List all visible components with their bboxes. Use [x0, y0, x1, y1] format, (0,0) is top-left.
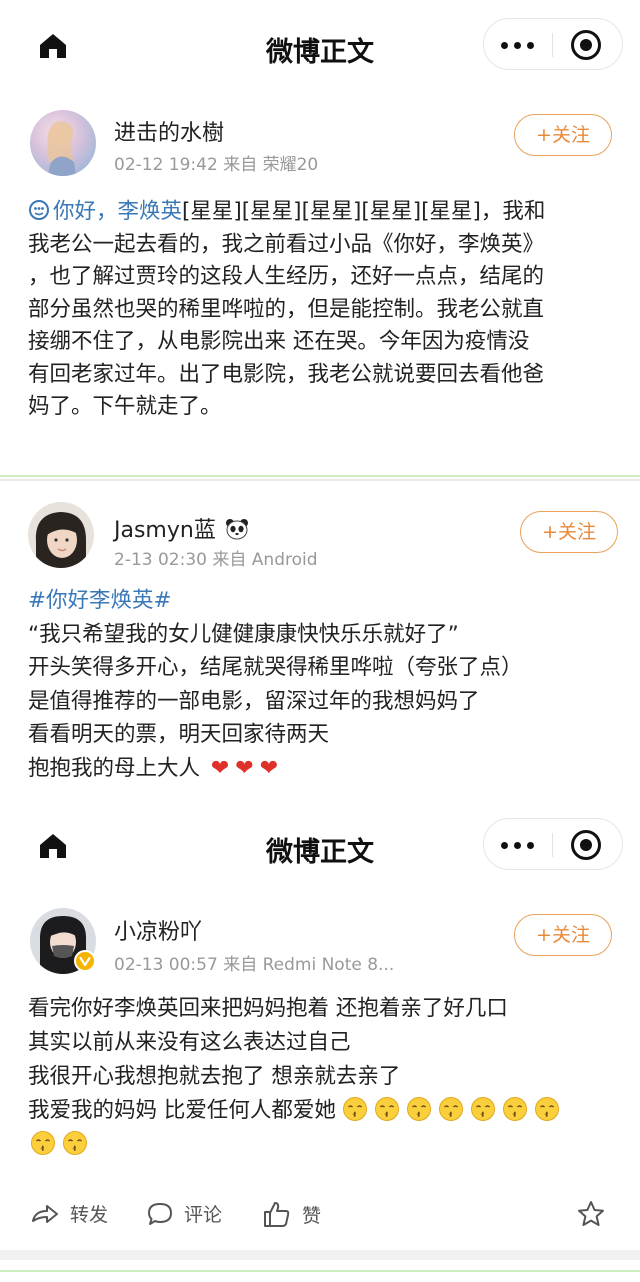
bottom-divider [0, 1250, 640, 1260]
post-text-segment: [星星][星星][星星][星星][星星]，我和 [182, 199, 546, 224]
post-line: 看看明天的票，明天回家待两天 [28, 722, 330, 747]
username[interactable]: Jasmyn蓝 [114, 512, 249, 544]
like-button[interactable]: 赞 [262, 1200, 321, 1228]
post-body: 你好，李焕英[星星][星星][星星][星星][星星]，我和 我老公一起去看的，我… [28, 196, 618, 424]
top-nav-bar: 微博正文 [0, 0, 640, 92]
post-line: 其实以前从来没有这么表达过自己 [28, 1030, 351, 1055]
repost-button[interactable]: 转发 [30, 1200, 108, 1228]
favorite-star-icon[interactable] [576, 1200, 606, 1228]
post-line: 看完你好李焕英回来把妈妈抱着 还抱着亲了好几口 [28, 996, 508, 1021]
avatar-illustration [47, 121, 76, 176]
username[interactable]: 小凉粉吖 [114, 914, 202, 946]
post-line: 部分虽然也哭的稀里哗啦的，但是能控制。我老公就直 [28, 296, 545, 322]
comment-icon [148, 1203, 172, 1225]
capsule-divider [552, 833, 553, 857]
action-bar: 转发 评论 赞 [0, 1186, 640, 1242]
follow-button[interactable]: +关注 [514, 914, 612, 956]
kissing-face-emoji-icon [31, 1131, 55, 1155]
post-text-segment: 抱抱我的母上大人 [28, 755, 201, 781]
panda-emoji-icon [225, 519, 248, 540]
repost-label: 转发 [70, 1204, 109, 1226]
post-line: ，也了解过贾玲的这段人生经历，还好一点点，结尾的 [28, 264, 545, 289]
section-divider [0, 475, 640, 477]
post-line: 你好，李焕英[星星][星星][星星][星星][星星]，我和 [28, 196, 618, 229]
kissing-face-emoji-icon [470, 1097, 495, 1121]
mini-program-capsule [483, 818, 623, 870]
mini-program-capsule [483, 18, 623, 70]
topic-link[interactable]: 你好，李焕英 [28, 199, 182, 224]
like-label: 赞 [302, 1205, 322, 1227]
follow-button[interactable]: +关注 [520, 511, 618, 553]
more-icon[interactable] [498, 832, 538, 858]
kissing-face-emoji-icon [342, 1097, 367, 1121]
topic-icon [29, 200, 49, 220]
comment-label: 评论 [184, 1204, 223, 1226]
post-line: 我老公一起去看的，我之前看过小品《你好，李焕英》 [28, 231, 545, 257]
post-meta: 2-13 02:30 来自 Android [114, 550, 318, 570]
comment-button[interactable]: 评论 [146, 1200, 222, 1228]
heart-emoji-icon: ❤ [235, 755, 254, 781]
more-icon[interactable] [498, 32, 538, 58]
kissing-face-emoji-icon [63, 1131, 87, 1155]
avatar[interactable] [28, 502, 94, 568]
capsule-divider [552, 33, 553, 57]
heart-emoji-icon: ❤ [210, 755, 230, 781]
topic-link-label: 你好，李焕英 [53, 199, 183, 224]
post-meta: 02-13 00:57 来自 Redmi Note 8... [114, 955, 395, 975]
hashtag-link[interactable]: #你好李焕英# [28, 584, 618, 618]
post-text-segment: 我爱我的妈妈 比爱任何人都爱她 [28, 1098, 336, 1123]
post-line: 开头笑得多开心，结尾就哭得稀里哗啦（夸张了点） [28, 655, 523, 680]
avatar[interactable] [30, 110, 96, 176]
kissing-face-emoji-icon [406, 1097, 431, 1121]
top-nav-bar: 微博正文 [0, 800, 640, 892]
post-line: “我只希望我的女儿健健康康快快乐乐就好了” [28, 621, 459, 647]
post-line: 是值得推荐的一部电影，留深过年的我想妈妈了 [28, 688, 480, 714]
username-text: Jasmyn蓝 [114, 518, 216, 543]
post-line [28, 1128, 618, 1164]
post-line: 我很开心我想抱就去抱了 想亲就去亲了 [28, 1064, 401, 1089]
post-body: #你好李焕英# “我只希望我的女儿健健康康快快乐乐就好了” 开头笑得多开心，结尾… [28, 584, 618, 785]
kissing-face-emoji-icon [374, 1097, 399, 1121]
close-target-icon[interactable] [571, 30, 601, 60]
close-target-icon[interactable] [571, 830, 601, 860]
heart-emoji-icon: ❤ [259, 755, 279, 781]
section-divider [0, 479, 640, 481]
follow-button[interactable]: +关注 [514, 114, 612, 156]
kissing-face-emoji-icon [502, 1097, 527, 1121]
avatar-photo [35, 512, 86, 568]
post-line: 我爱我的妈妈 比爱任何人都爱她 [28, 1094, 618, 1128]
post-line: 妈了。下午就走了。 [28, 394, 222, 419]
thumbs-up-icon [264, 1202, 290, 1227]
post-line: 有回老家过年。出了电影院，我老公就说要回去看他爸 [28, 361, 545, 387]
post-meta: 02-12 19:42 来自 荣耀20 [114, 155, 319, 175]
username[interactable]: 进击的水樹 [114, 115, 224, 147]
verified-badge-icon [74, 950, 96, 972]
repost-icon [32, 1205, 58, 1223]
post-body: 看完你好李焕英回来把妈妈抱着 还抱着亲了好几口 其实以前从来没有这么表达过自己 … [28, 992, 618, 1164]
kissing-face-emoji-icon [438, 1097, 463, 1121]
post-line: 接绷不住了，从电影院出来 还在哭。今年因为疫情没 [28, 329, 530, 354]
kissing-face-emoji-icon [534, 1097, 559, 1121]
bottom-divider [0, 1270, 640, 1272]
post-line: 抱抱我的母上大人 ❤ ❤ ❤ [28, 752, 618, 786]
